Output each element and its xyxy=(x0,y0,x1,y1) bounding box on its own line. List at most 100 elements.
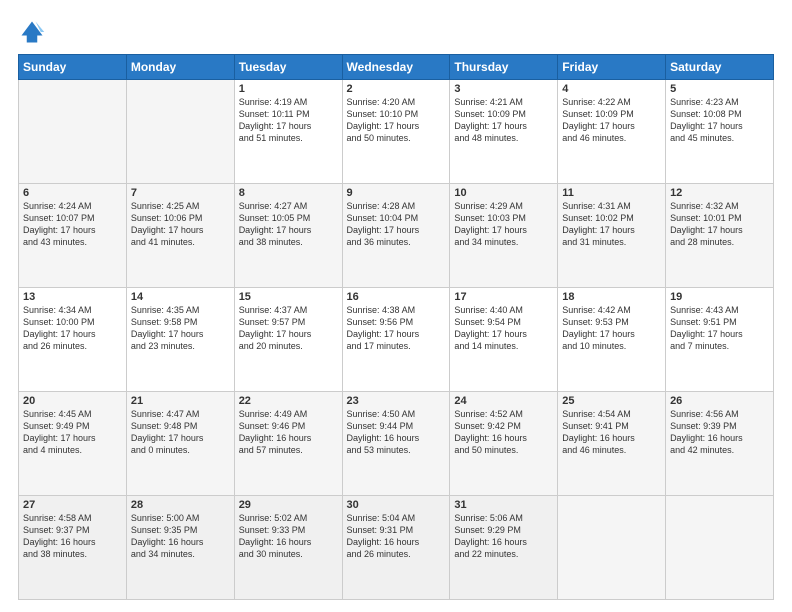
day-number: 31 xyxy=(454,499,553,511)
day-number: 30 xyxy=(347,499,446,511)
day-number: 6 xyxy=(23,187,122,199)
day-number: 27 xyxy=(23,499,122,511)
day-info: Sunrise: 4:54 AM Sunset: 9:41 PM Dayligh… xyxy=(562,408,661,457)
day-cell xyxy=(19,80,127,184)
day-number: 7 xyxy=(131,187,230,199)
day-header-friday: Friday xyxy=(558,55,666,80)
day-number: 17 xyxy=(454,291,553,303)
day-number: 15 xyxy=(239,291,338,303)
day-number: 16 xyxy=(347,291,446,303)
day-cell: 10Sunrise: 4:29 AM Sunset: 10:03 PM Dayl… xyxy=(450,184,558,288)
day-info: Sunrise: 4:31 AM Sunset: 10:02 PM Daylig… xyxy=(562,200,661,249)
day-info: Sunrise: 5:00 AM Sunset: 9:35 PM Dayligh… xyxy=(131,512,230,561)
day-info: Sunrise: 4:22 AM Sunset: 10:09 PM Daylig… xyxy=(562,96,661,145)
day-cell: 11Sunrise: 4:31 AM Sunset: 10:02 PM Dayl… xyxy=(558,184,666,288)
day-info: Sunrise: 4:23 AM Sunset: 10:08 PM Daylig… xyxy=(670,96,769,145)
day-info: Sunrise: 4:37 AM Sunset: 9:57 PM Dayligh… xyxy=(239,304,338,353)
day-cell: 6Sunrise: 4:24 AM Sunset: 10:07 PM Dayli… xyxy=(19,184,127,288)
day-number: 21 xyxy=(131,395,230,407)
day-info: Sunrise: 4:34 AM Sunset: 10:00 PM Daylig… xyxy=(23,304,122,353)
day-info: Sunrise: 4:29 AM Sunset: 10:03 PM Daylig… xyxy=(454,200,553,249)
day-info: Sunrise: 4:20 AM Sunset: 10:10 PM Daylig… xyxy=(347,96,446,145)
day-number: 29 xyxy=(239,499,338,511)
day-header-thursday: Thursday xyxy=(450,55,558,80)
day-cell: 30Sunrise: 5:04 AM Sunset: 9:31 PM Dayli… xyxy=(342,496,450,600)
day-number: 23 xyxy=(347,395,446,407)
day-cell xyxy=(126,80,234,184)
day-number: 13 xyxy=(23,291,122,303)
day-number: 8 xyxy=(239,187,338,199)
day-cell: 27Sunrise: 4:58 AM Sunset: 9:37 PM Dayli… xyxy=(19,496,127,600)
day-info: Sunrise: 5:02 AM Sunset: 9:33 PM Dayligh… xyxy=(239,512,338,561)
day-info: Sunrise: 4:45 AM Sunset: 9:49 PM Dayligh… xyxy=(23,408,122,457)
day-header-tuesday: Tuesday xyxy=(234,55,342,80)
day-info: Sunrise: 4:52 AM Sunset: 9:42 PM Dayligh… xyxy=(454,408,553,457)
day-info: Sunrise: 4:40 AM Sunset: 9:54 PM Dayligh… xyxy=(454,304,553,353)
day-number: 3 xyxy=(454,83,553,95)
day-cell xyxy=(558,496,666,600)
day-info: Sunrise: 4:58 AM Sunset: 9:37 PM Dayligh… xyxy=(23,512,122,561)
day-cell: 12Sunrise: 4:32 AM Sunset: 10:01 PM Dayl… xyxy=(666,184,774,288)
day-number: 14 xyxy=(131,291,230,303)
day-cell: 14Sunrise: 4:35 AM Sunset: 9:58 PM Dayli… xyxy=(126,288,234,392)
day-info: Sunrise: 4:19 AM Sunset: 10:11 PM Daylig… xyxy=(239,96,338,145)
day-info: Sunrise: 4:43 AM Sunset: 9:51 PM Dayligh… xyxy=(670,304,769,353)
day-info: Sunrise: 4:24 AM Sunset: 10:07 PM Daylig… xyxy=(23,200,122,249)
day-cell: 17Sunrise: 4:40 AM Sunset: 9:54 PM Dayli… xyxy=(450,288,558,392)
day-header-monday: Monday xyxy=(126,55,234,80)
day-number: 1 xyxy=(239,83,338,95)
week-row-4: 20Sunrise: 4:45 AM Sunset: 9:49 PM Dayli… xyxy=(19,392,774,496)
day-number: 24 xyxy=(454,395,553,407)
day-number: 2 xyxy=(347,83,446,95)
day-cell: 20Sunrise: 4:45 AM Sunset: 9:49 PM Dayli… xyxy=(19,392,127,496)
week-row-1: 1Sunrise: 4:19 AM Sunset: 10:11 PM Dayli… xyxy=(19,80,774,184)
logo-icon xyxy=(18,18,46,46)
day-info: Sunrise: 5:04 AM Sunset: 9:31 PM Dayligh… xyxy=(347,512,446,561)
week-row-3: 13Sunrise: 4:34 AM Sunset: 10:00 PM Dayl… xyxy=(19,288,774,392)
day-cell xyxy=(666,496,774,600)
day-cell: 19Sunrise: 4:43 AM Sunset: 9:51 PM Dayli… xyxy=(666,288,774,392)
day-cell: 2Sunrise: 4:20 AM Sunset: 10:10 PM Dayli… xyxy=(342,80,450,184)
logo xyxy=(18,18,50,46)
day-cell: 5Sunrise: 4:23 AM Sunset: 10:08 PM Dayli… xyxy=(666,80,774,184)
page: SundayMondayTuesdayWednesdayThursdayFrid… xyxy=(0,0,792,612)
day-number: 10 xyxy=(454,187,553,199)
day-info: Sunrise: 4:28 AM Sunset: 10:04 PM Daylig… xyxy=(347,200,446,249)
header xyxy=(18,18,774,46)
day-number: 28 xyxy=(131,499,230,511)
day-info: Sunrise: 4:35 AM Sunset: 9:58 PM Dayligh… xyxy=(131,304,230,353)
day-number: 9 xyxy=(347,187,446,199)
day-cell: 18Sunrise: 4:42 AM Sunset: 9:53 PM Dayli… xyxy=(558,288,666,392)
day-cell: 8Sunrise: 4:27 AM Sunset: 10:05 PM Dayli… xyxy=(234,184,342,288)
day-cell: 28Sunrise: 5:00 AM Sunset: 9:35 PM Dayli… xyxy=(126,496,234,600)
day-info: Sunrise: 4:47 AM Sunset: 9:48 PM Dayligh… xyxy=(131,408,230,457)
day-number: 11 xyxy=(562,187,661,199)
day-number: 26 xyxy=(670,395,769,407)
day-info: Sunrise: 5:06 AM Sunset: 9:29 PM Dayligh… xyxy=(454,512,553,561)
day-number: 20 xyxy=(23,395,122,407)
day-number: 19 xyxy=(670,291,769,303)
calendar-header-row: SundayMondayTuesdayWednesdayThursdayFrid… xyxy=(19,55,774,80)
day-info: Sunrise: 4:21 AM Sunset: 10:09 PM Daylig… xyxy=(454,96,553,145)
day-cell: 24Sunrise: 4:52 AM Sunset: 9:42 PM Dayli… xyxy=(450,392,558,496)
day-cell: 23Sunrise: 4:50 AM Sunset: 9:44 PM Dayli… xyxy=(342,392,450,496)
day-cell: 16Sunrise: 4:38 AM Sunset: 9:56 PM Dayli… xyxy=(342,288,450,392)
day-info: Sunrise: 4:56 AM Sunset: 9:39 PM Dayligh… xyxy=(670,408,769,457)
day-info: Sunrise: 4:49 AM Sunset: 9:46 PM Dayligh… xyxy=(239,408,338,457)
day-info: Sunrise: 4:50 AM Sunset: 9:44 PM Dayligh… xyxy=(347,408,446,457)
day-cell: 9Sunrise: 4:28 AM Sunset: 10:04 PM Dayli… xyxy=(342,184,450,288)
calendar: SundayMondayTuesdayWednesdayThursdayFrid… xyxy=(18,54,774,600)
day-info: Sunrise: 4:32 AM Sunset: 10:01 PM Daylig… xyxy=(670,200,769,249)
day-info: Sunrise: 4:27 AM Sunset: 10:05 PM Daylig… xyxy=(239,200,338,249)
day-header-sunday: Sunday xyxy=(19,55,127,80)
day-cell: 13Sunrise: 4:34 AM Sunset: 10:00 PM Dayl… xyxy=(19,288,127,392)
day-number: 25 xyxy=(562,395,661,407)
week-row-5: 27Sunrise: 4:58 AM Sunset: 9:37 PM Dayli… xyxy=(19,496,774,600)
day-cell: 29Sunrise: 5:02 AM Sunset: 9:33 PM Dayli… xyxy=(234,496,342,600)
week-row-2: 6Sunrise: 4:24 AM Sunset: 10:07 PM Dayli… xyxy=(19,184,774,288)
day-cell: 3Sunrise: 4:21 AM Sunset: 10:09 PM Dayli… xyxy=(450,80,558,184)
day-info: Sunrise: 4:42 AM Sunset: 9:53 PM Dayligh… xyxy=(562,304,661,353)
day-header-wednesday: Wednesday xyxy=(342,55,450,80)
day-cell: 25Sunrise: 4:54 AM Sunset: 9:41 PM Dayli… xyxy=(558,392,666,496)
day-cell: 26Sunrise: 4:56 AM Sunset: 9:39 PM Dayli… xyxy=(666,392,774,496)
